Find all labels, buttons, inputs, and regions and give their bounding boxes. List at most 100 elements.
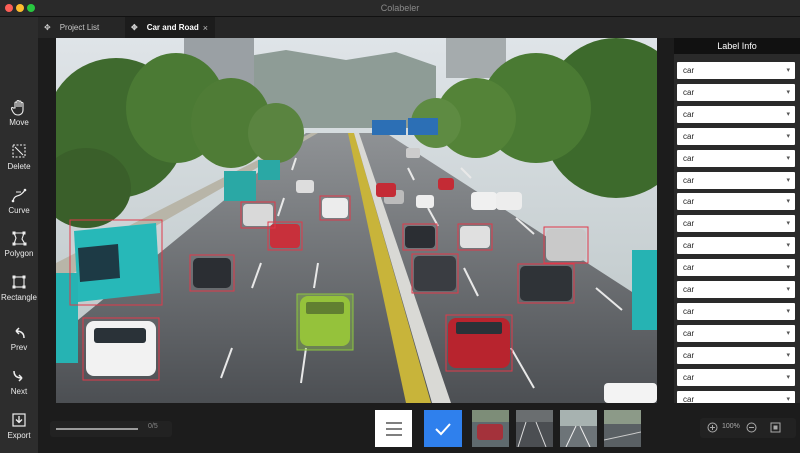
window-title: Colabeler [380, 3, 420, 13]
progress-fill [56, 428, 138, 430]
chevron-down-icon: ▾ [786, 286, 790, 293]
thumbnail-1[interactable] [472, 410, 509, 447]
label-select-13[interactable]: car ▾ [677, 324, 795, 342]
label-value: car [683, 87, 695, 97]
chevron-down-icon: ▾ [786, 154, 790, 162]
gear-icon: ✥ [44, 23, 51, 32]
progress-text: 0/5 [148, 423, 158, 430]
road-image [56, 38, 657, 403]
move-tool-button[interactable]: Move [0, 99, 38, 127]
tab-label: Car and Road [146, 23, 199, 32]
label-value: car [683, 285, 695, 294]
chevron-down-icon: ▾ [786, 88, 790, 96]
tab-label: Project List [59, 23, 100, 32]
chevron-down-icon: ▾ [786, 132, 790, 140]
curve-icon [11, 188, 27, 203]
label-select-5[interactable]: car ▾ [677, 149, 795, 167]
zoom-control: 100% [700, 418, 796, 438]
label-select-14[interactable]: car ▾ [677, 346, 795, 364]
delete-tool-button[interactable]: Delete [0, 143, 38, 171]
chevron-down-icon: ▾ [786, 220, 790, 228]
label-select-6[interactable]: car ▾ [677, 171, 795, 189]
fit-screen-icon[interactable] [770, 422, 781, 433]
label-select-3[interactable]: car ▾ [677, 105, 795, 123]
label-value: car [683, 153, 695, 163]
tool-bar: Move Delete Curve Polygon Rectangle Prev… [0, 17, 38, 453]
chevron-down-icon: ▾ [786, 110, 790, 118]
tab-car-and-road[interactable]: ✥ Car and Road × [125, 17, 215, 38]
label-select-4[interactable]: car ▾ [677, 127, 795, 145]
tool-label: Rectangle [0, 293, 38, 302]
tool-label: Polygon [4, 249, 34, 258]
polygon-tool-button[interactable]: Polygon [0, 230, 38, 258]
close-tab-button[interactable]: × [203, 23, 208, 33]
label-value: car [683, 328, 695, 338]
chevron-down-icon: ▾ [786, 67, 790, 74]
hand-icon [11, 99, 24, 116]
rectangle-tool-button[interactable]: Rectangle [0, 274, 38, 302]
tool-label: Export [7, 431, 31, 440]
label-value: car [683, 372, 695, 382]
label-select-1[interactable]: car ▾ [677, 62, 795, 79]
tab-bar: ✥ Project List ✥ Car and Road × [38, 17, 800, 38]
polygon-icon [12, 231, 27, 246]
chevron-down-icon: ▾ [786, 307, 790, 315]
progress-indicator: 0/5 [50, 421, 172, 437]
checkmark-icon [435, 422, 451, 435]
tool-label: Move [9, 118, 29, 127]
zoom-out-icon[interactable] [746, 422, 757, 433]
tool-label: Delete [7, 162, 31, 171]
label-select-12[interactable]: car ▾ [677, 302, 795, 320]
prev-button[interactable]: Prev [0, 324, 38, 352]
thumbnail-4[interactable] [604, 410, 641, 447]
chevron-down-icon: ▾ [786, 176, 790, 184]
thumbnail-image [560, 410, 597, 447]
title-bar: Colabeler [0, 0, 800, 17]
next-button[interactable]: Next [0, 368, 38, 396]
tool-label: Next [10, 387, 28, 396]
label-value: car [683, 306, 695, 316]
thumbnail-3[interactable] [560, 410, 597, 447]
label-value: car [683, 263, 695, 273]
thumbnail-image [516, 410, 553, 447]
label-value: car [683, 219, 695, 229]
label-select-9[interactable]: car ▾ [677, 237, 795, 255]
annotation-canvas[interactable] [56, 38, 657, 403]
thumbnail-image [472, 410, 509, 447]
tool-label: Curve [8, 206, 30, 215]
label-value: car [683, 350, 695, 360]
label-select-10[interactable]: car ▾ [677, 259, 795, 277]
label-value: car [683, 66, 695, 75]
label-value: car [683, 241, 695, 251]
curve-tool-button[interactable]: Curve [0, 187, 38, 215]
label-info-panel: Label Info car ▾ car ▾ car ▾ car ▾ car ▾ car ▾ car ▾ c… [674, 38, 800, 408]
zoom-in-icon[interactable] [707, 422, 718, 433]
prev-arrow-icon [15, 327, 25, 339]
chevron-down-icon: ▾ [786, 351, 790, 359]
tab-project-list[interactable]: ✥ Project List [38, 17, 124, 38]
label-value: car [683, 109, 695, 119]
confirm-button[interactable] [424, 410, 462, 447]
label-list-button[interactable] [375, 410, 412, 447]
rectangle-icon [12, 275, 26, 289]
chevron-down-icon: ▾ [786, 373, 790, 381]
export-button[interactable]: Export [0, 412, 38, 440]
progress-track [56, 428, 138, 430]
panel-title: Label Info [674, 38, 800, 54]
label-select-15[interactable]: car ▾ [677, 368, 795, 386]
thumbnail-2[interactable] [516, 410, 553, 447]
tool-label: Prev [10, 343, 28, 352]
label-select-2[interactable]: car ▾ [677, 83, 795, 101]
export-icon [12, 413, 26, 427]
label-select-8[interactable]: car ▾ [677, 215, 795, 233]
label-select-11[interactable]: car ▾ [677, 281, 795, 298]
gear-icon: ✥ [131, 23, 138, 32]
chevron-down-icon: ▾ [786, 198, 790, 206]
label-value: car [683, 175, 695, 185]
colabeler-window: Colabeler ✥ Project List ✥ Car and Road … [0, 0, 800, 453]
label-select-7[interactable]: car ▾ [677, 193, 795, 211]
list-icon [385, 421, 402, 436]
zoom-level: 100% [722, 423, 740, 430]
delete-icon [12, 144, 26, 158]
chevron-down-icon: ▾ [786, 329, 790, 337]
